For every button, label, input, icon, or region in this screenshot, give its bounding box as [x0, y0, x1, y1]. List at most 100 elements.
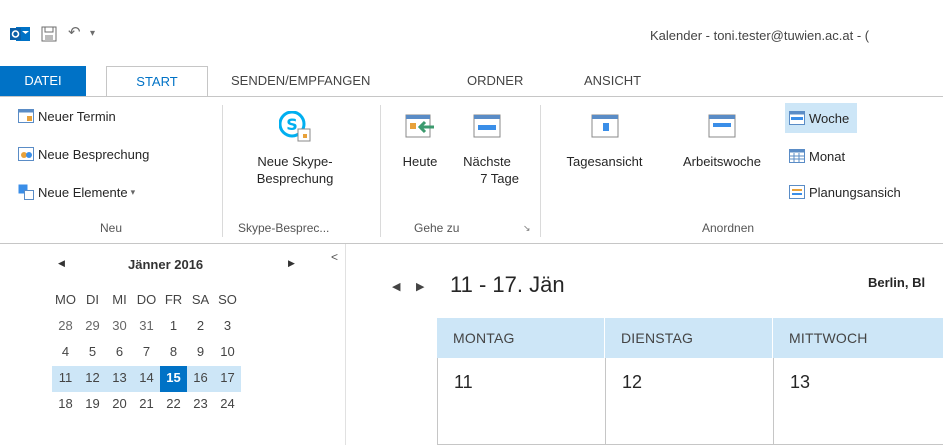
new-items-button[interactable]: Neue Elemente ▾: [18, 184, 135, 200]
tab-ordner[interactable]: ORDNER: [457, 66, 533, 96]
schedule-view-icon: [789, 185, 805, 199]
today-label: Heute: [402, 154, 438, 169]
month-view-button[interactable]: Monat: [789, 148, 845, 164]
day-cell[interactable]: 12: [79, 366, 106, 392]
day-cell[interactable]: 16: [187, 366, 214, 392]
day-cell-tuesday[interactable]: 12: [606, 358, 774, 445]
day-cell-wednesday[interactable]: 13: [774, 358, 943, 445]
today-cell[interactable]: 15: [160, 366, 187, 392]
next-7-days-line2: 7 Tage: [480, 171, 519, 186]
work-week-label: Arbeitswoche: [682, 154, 762, 169]
next-7-days-button[interactable]: Nächste 7 Tage: [452, 111, 522, 187]
new-skype-meeting-button[interactable]: S Neue Skype- Besprechung: [240, 110, 350, 187]
weekday-label: FR: [164, 292, 183, 307]
day-cell[interactable]: 7: [133, 340, 160, 366]
day-cell[interactable]: 14: [133, 366, 160, 392]
undo-icon[interactable]: ↶: [68, 25, 84, 41]
week-view-button[interactable]: Woche: [785, 103, 858, 133]
weather-location[interactable]: Berlin, Bl: [868, 275, 925, 290]
day-header-wednesday: MITTWOCH: [773, 318, 943, 358]
calendar-icon: [18, 109, 34, 123]
save-icon[interactable]: [41, 26, 57, 42]
tab-datei[interactable]: DATEI: [0, 66, 86, 96]
schedule-view-button[interactable]: Planungsansich: [789, 184, 901, 200]
schedule-view-label: Planungsansich: [809, 184, 901, 200]
day-cell[interactable]: 17: [214, 366, 241, 392]
day-name: DIENSTAG: [621, 330, 694, 346]
day-cell[interactable]: 30: [106, 314, 133, 340]
day-cell[interactable]: 9: [187, 340, 214, 366]
day-view-button[interactable]: Tagesansicht: [547, 111, 662, 170]
group-label-gehe-zu: Gehe zu: [414, 221, 460, 235]
day-cell[interactable]: 21: [133, 392, 160, 418]
tab-start[interactable]: START: [106, 66, 208, 97]
skype-meeting-icon: S: [278, 110, 311, 142]
day-cell[interactable]: 5: [79, 340, 106, 366]
day-cell[interactable]: 28: [52, 314, 79, 340]
tab-senden-empfangen[interactable]: SENDEN/EMPFANGEN: [221, 66, 380, 96]
day-cell[interactable]: 3: [214, 314, 241, 340]
work-week-icon: [708, 114, 736, 138]
customize-quick-access-icon[interactable]: ▾: [90, 28, 95, 39]
ribbon: Neuer Termin Neue Besprechung Neue Eleme…: [0, 97, 943, 243]
svg-text:S: S: [286, 115, 298, 134]
day-cell[interactable]: 2: [187, 314, 214, 340]
pane-divider[interactable]: [345, 244, 346, 445]
day-cell[interactable]: 4: [52, 340, 79, 366]
date-navigator-month: Jänner 2016: [128, 257, 204, 272]
weekday-label: MI: [112, 292, 127, 307]
new-appointment-label: Neuer Termin: [38, 108, 116, 124]
group-label-neu: Neu: [100, 221, 123, 235]
today-button[interactable]: Heute: [393, 111, 447, 170]
dropdown-arrow-icon: ▾: [130, 186, 136, 197]
weekday-label: MO: [55, 292, 76, 307]
day-cell[interactable]: 24: [214, 392, 241, 418]
tab-ansicht[interactable]: ANSICHT: [574, 66, 651, 96]
day-cell[interactable]: 13: [106, 366, 133, 392]
group-separator: [222, 105, 223, 237]
weekday-header-row: MO DI MI DO FR SA SO: [52, 288, 241, 314]
day-cell[interactable]: 11: [52, 366, 79, 392]
day-date: 11: [454, 372, 473, 392]
new-items-label: Neue Elemente: [38, 184, 128, 200]
weekday-label: DI: [86, 292, 99, 307]
day-cell[interactable]: 8: [160, 340, 187, 366]
previous-week-icon[interactable]: ◀: [392, 280, 400, 293]
dialog-launcher-icon[interactable]: ↘: [523, 223, 531, 234]
next-month-icon[interactable]: ▶: [288, 258, 295, 269]
day-cell-monday[interactable]: 11: [438, 358, 606, 445]
next-7-days-icon: [473, 114, 501, 138]
group-label-anordnen: Anordnen: [702, 221, 755, 235]
day-cell[interactable]: 29: [79, 314, 106, 340]
new-appointment-button[interactable]: Neuer Termin: [18, 108, 116, 124]
day-cell[interactable]: 23: [187, 392, 214, 418]
day-name: MITTWOCH: [789, 330, 868, 346]
title-bar: ↶ ▾ Kalender - toni.tester@tuwien.ac.at …: [0, 0, 943, 54]
day-date: 13: [790, 372, 811, 392]
work-week-button[interactable]: Arbeitswoche: [664, 111, 780, 170]
date-navigator: ◀ Jänner 2016 ▶ < MO DI MI DO FR SA SO 2…: [0, 244, 345, 445]
group-separator: [540, 105, 541, 237]
day-header-tuesday: DIENSTAG: [605, 318, 773, 358]
day-cell[interactable]: 31: [133, 314, 160, 340]
day-cell[interactable]: 18: [52, 392, 79, 418]
window-title: Kalender - toni.tester@tuwien.ac.at - (: [650, 28, 870, 43]
day-cell[interactable]: 19: [79, 392, 106, 418]
collapse-pane-icon[interactable]: <: [331, 250, 338, 264]
previous-month-icon[interactable]: ◀: [58, 258, 65, 269]
day-cell[interactable]: 1: [160, 314, 187, 340]
month-view-icon: [789, 149, 805, 163]
day-cell[interactable]: 10: [214, 340, 241, 366]
skype-label-line2: Besprechung: [256, 171, 334, 186]
day-cell[interactable]: 6: [106, 340, 133, 366]
outlook-app-icon[interactable]: [10, 26, 30, 42]
day-cell[interactable]: 20: [106, 392, 133, 418]
day-cell[interactable]: 22: [160, 392, 187, 418]
calendar-date-range: 11 - 17. Jän: [450, 272, 565, 297]
weekday-label: SA: [191, 292, 210, 307]
day-view-label: Tagesansicht: [566, 154, 643, 169]
next-week-icon[interactable]: ▶: [416, 280, 424, 293]
week-view-icon: [789, 111, 805, 125]
group-separator: [380, 105, 381, 237]
new-meeting-button[interactable]: Neue Besprechung: [18, 146, 149, 162]
